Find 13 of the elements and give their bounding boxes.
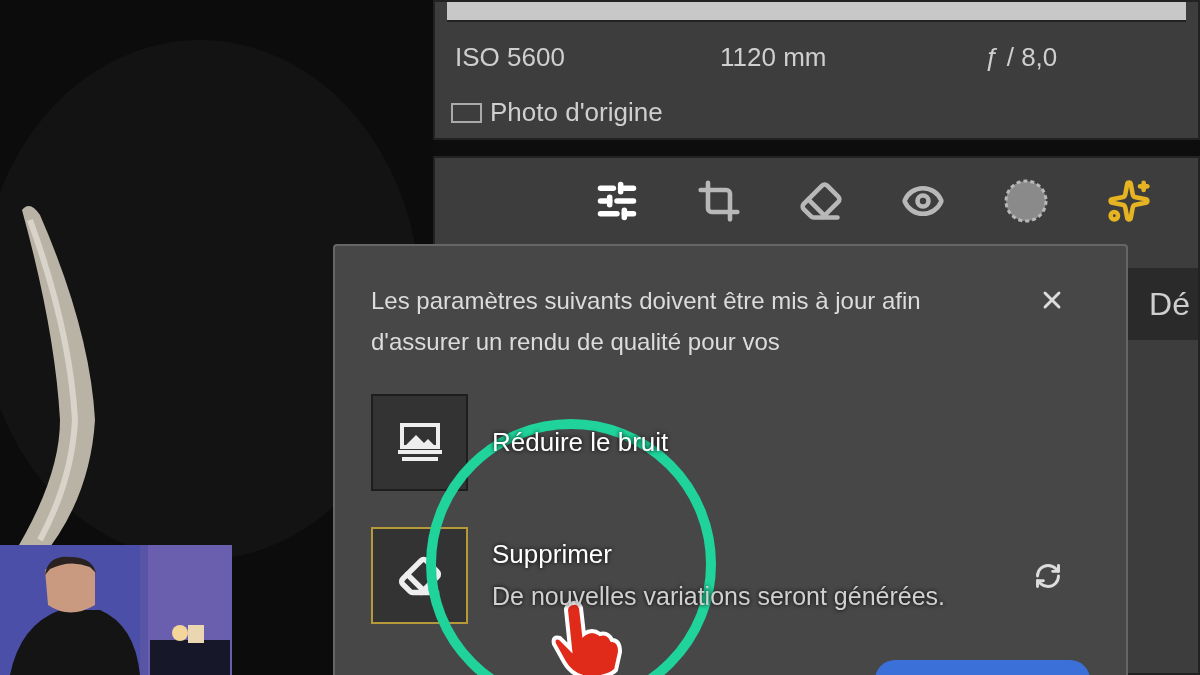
refresh-icon[interactable] xyxy=(1034,561,1062,590)
sliders-icon[interactable] xyxy=(595,179,639,223)
setting-title: Supprimer xyxy=(492,538,612,572)
mask-icon[interactable] xyxy=(1003,178,1049,224)
dialog-message: Les paramètres suivants doivent être mis à jour afin d'assurer un rendu de qualité pour vos xyxy=(371,286,922,357)
iso-value: ISO 5600 xyxy=(455,41,566,74)
checkbox-label: Photo d'origine xyxy=(490,96,663,129)
checkbox[interactable] xyxy=(451,102,482,123)
aperture-value: ƒ / 8,0 xyxy=(985,41,1058,74)
eraser-icon[interactable] xyxy=(799,179,843,223)
sparkle-icon[interactable] xyxy=(1107,179,1151,223)
focal-length-value: 1120 mm xyxy=(720,41,828,74)
crop-icon[interactable] xyxy=(697,179,741,223)
